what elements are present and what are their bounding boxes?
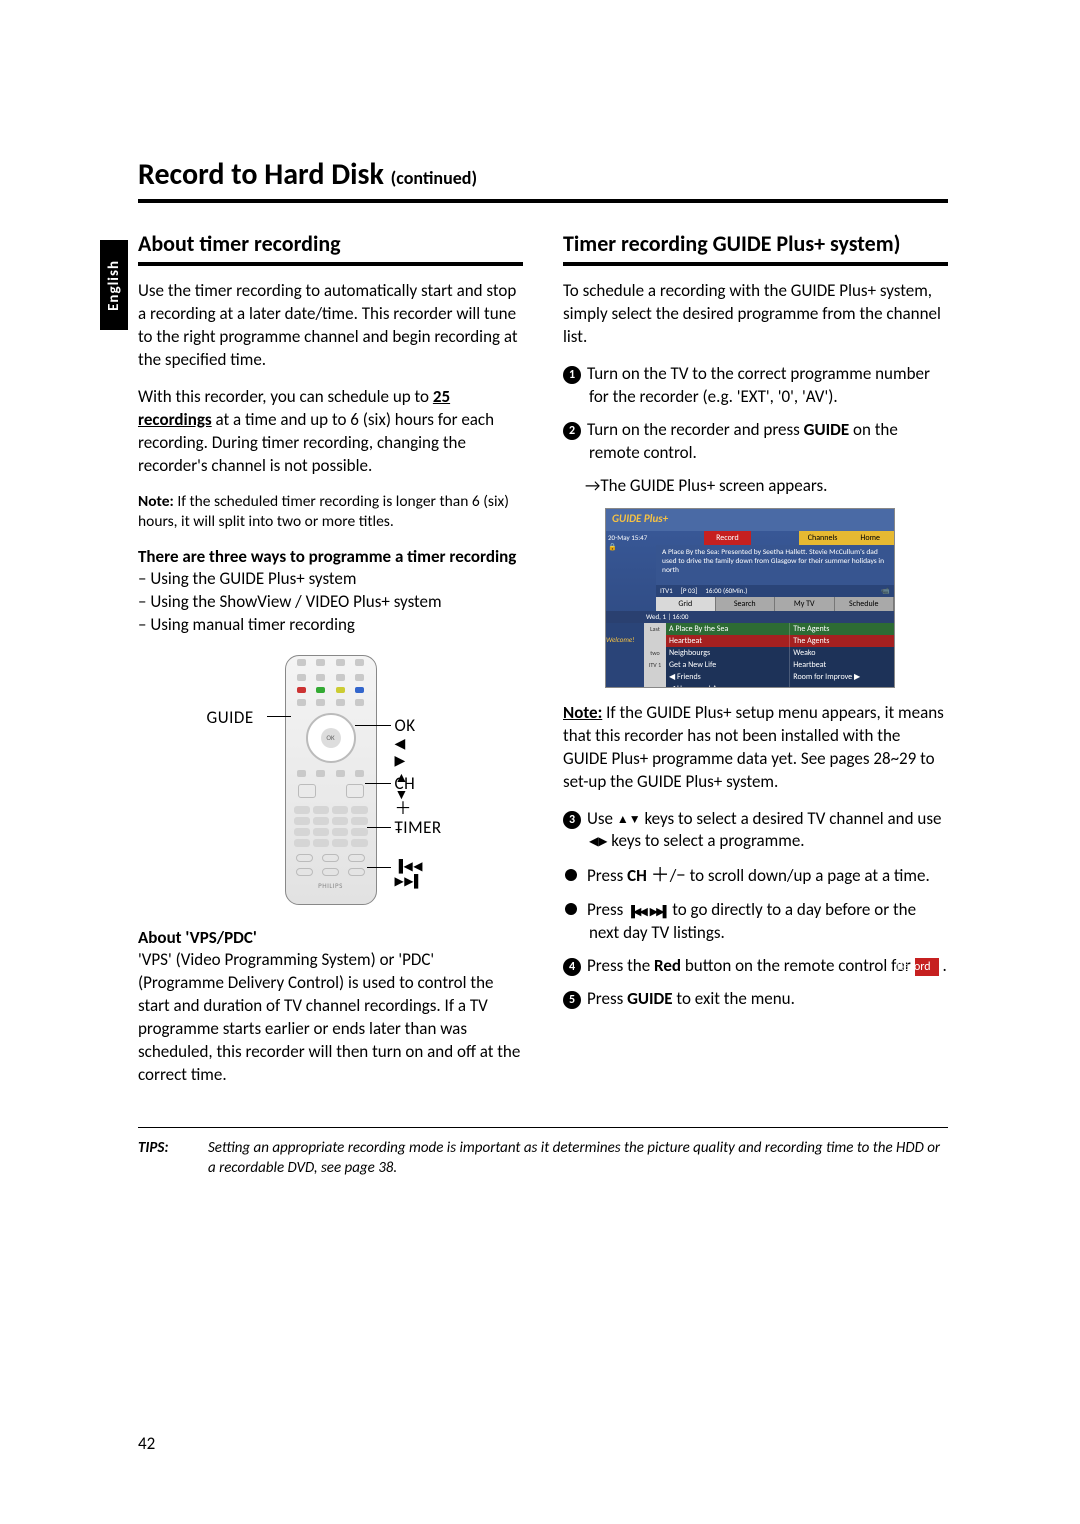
guide-note: Note: If the GUIDE Plus+ setup menu appe… <box>563 702 948 794</box>
remote-label-skip: ▐◀◀ ▶▶▌ <box>395 859 423 889</box>
step-1: 1Turn on the TV to the correct programme… <box>563 363 948 409</box>
left-arrow-icon <box>589 830 598 851</box>
down-arrow-icon <box>629 808 641 829</box>
remote-label-ok: OK <box>395 715 416 736</box>
left-p1: Use the timer recording to automatically… <box>138 280 523 372</box>
step-3: 3Use keys to select a desired TV channel… <box>563 808 948 854</box>
left-column: About timer recording Use the timer reco… <box>138 231 523 1087</box>
skip-prev-icon <box>627 899 646 920</box>
page-number: 42 <box>138 1433 155 1454</box>
remote-label-timer: TIMER <box>395 817 442 838</box>
record-button-graphic: Record <box>915 958 939 976</box>
remote-diagram: OK PHILIPS GUIDE <box>138 655 523 905</box>
step-5: 5Press GUIDE to exit the menu. <box>563 988 948 1011</box>
timer-methods-list: Using the GUIDE Plus+ system Using the S… <box>138 568 523 637</box>
step-4: 4Press the Red button on the remote cont… <box>563 955 948 978</box>
remote-label-guide: GUIDE <box>207 707 254 728</box>
step-2: 2Turn on the recorder and press GUIDE on… <box>563 419 948 465</box>
guide-plus-screenshot: GUIDE Plus+ 20-May 15:47 🔒 RecordChannel… <box>605 508 895 688</box>
right-column: Timer recording GUIDE Plus+ system) To s… <box>563 231 948 1087</box>
right-p1: To schedule a recording with the GUIDE P… <box>563 280 948 349</box>
step-3c: Press to go directly to a day before or … <box>563 899 948 945</box>
left-p3: 'VPS' (Video Programming System) or 'PDC… <box>138 949 523 1087</box>
left-subhead-1: There are three ways to programme a time… <box>138 546 523 568</box>
left-p2: With this recorder, you can schedule up … <box>138 386 523 478</box>
right-heading: Timer recording GUIDE Plus+ system) <box>563 231 948 256</box>
skip-next-icon <box>650 899 669 920</box>
step-3b: Press CH ＋/− to scroll down/up a page at… <box>563 863 948 889</box>
tips-box: TIPS: Setting an appropriate recording m… <box>138 1127 948 1179</box>
up-arrow-icon <box>617 808 629 829</box>
title-rule <box>138 199 948 203</box>
left-subhead-2: About 'VPS/PDC' <box>138 927 523 949</box>
page-title: Record to Hard Disk (continued) <box>138 156 948 193</box>
page-content: Record to Hard Disk (continued) About ti… <box>138 156 948 1178</box>
language-tab: English <box>100 240 128 330</box>
left-note: Note: If the scheduled timer recording i… <box>138 492 523 532</box>
step-2-result: →The GUIDE Plus+ screen appears. <box>563 475 948 498</box>
left-heading: About timer recording <box>138 231 523 256</box>
